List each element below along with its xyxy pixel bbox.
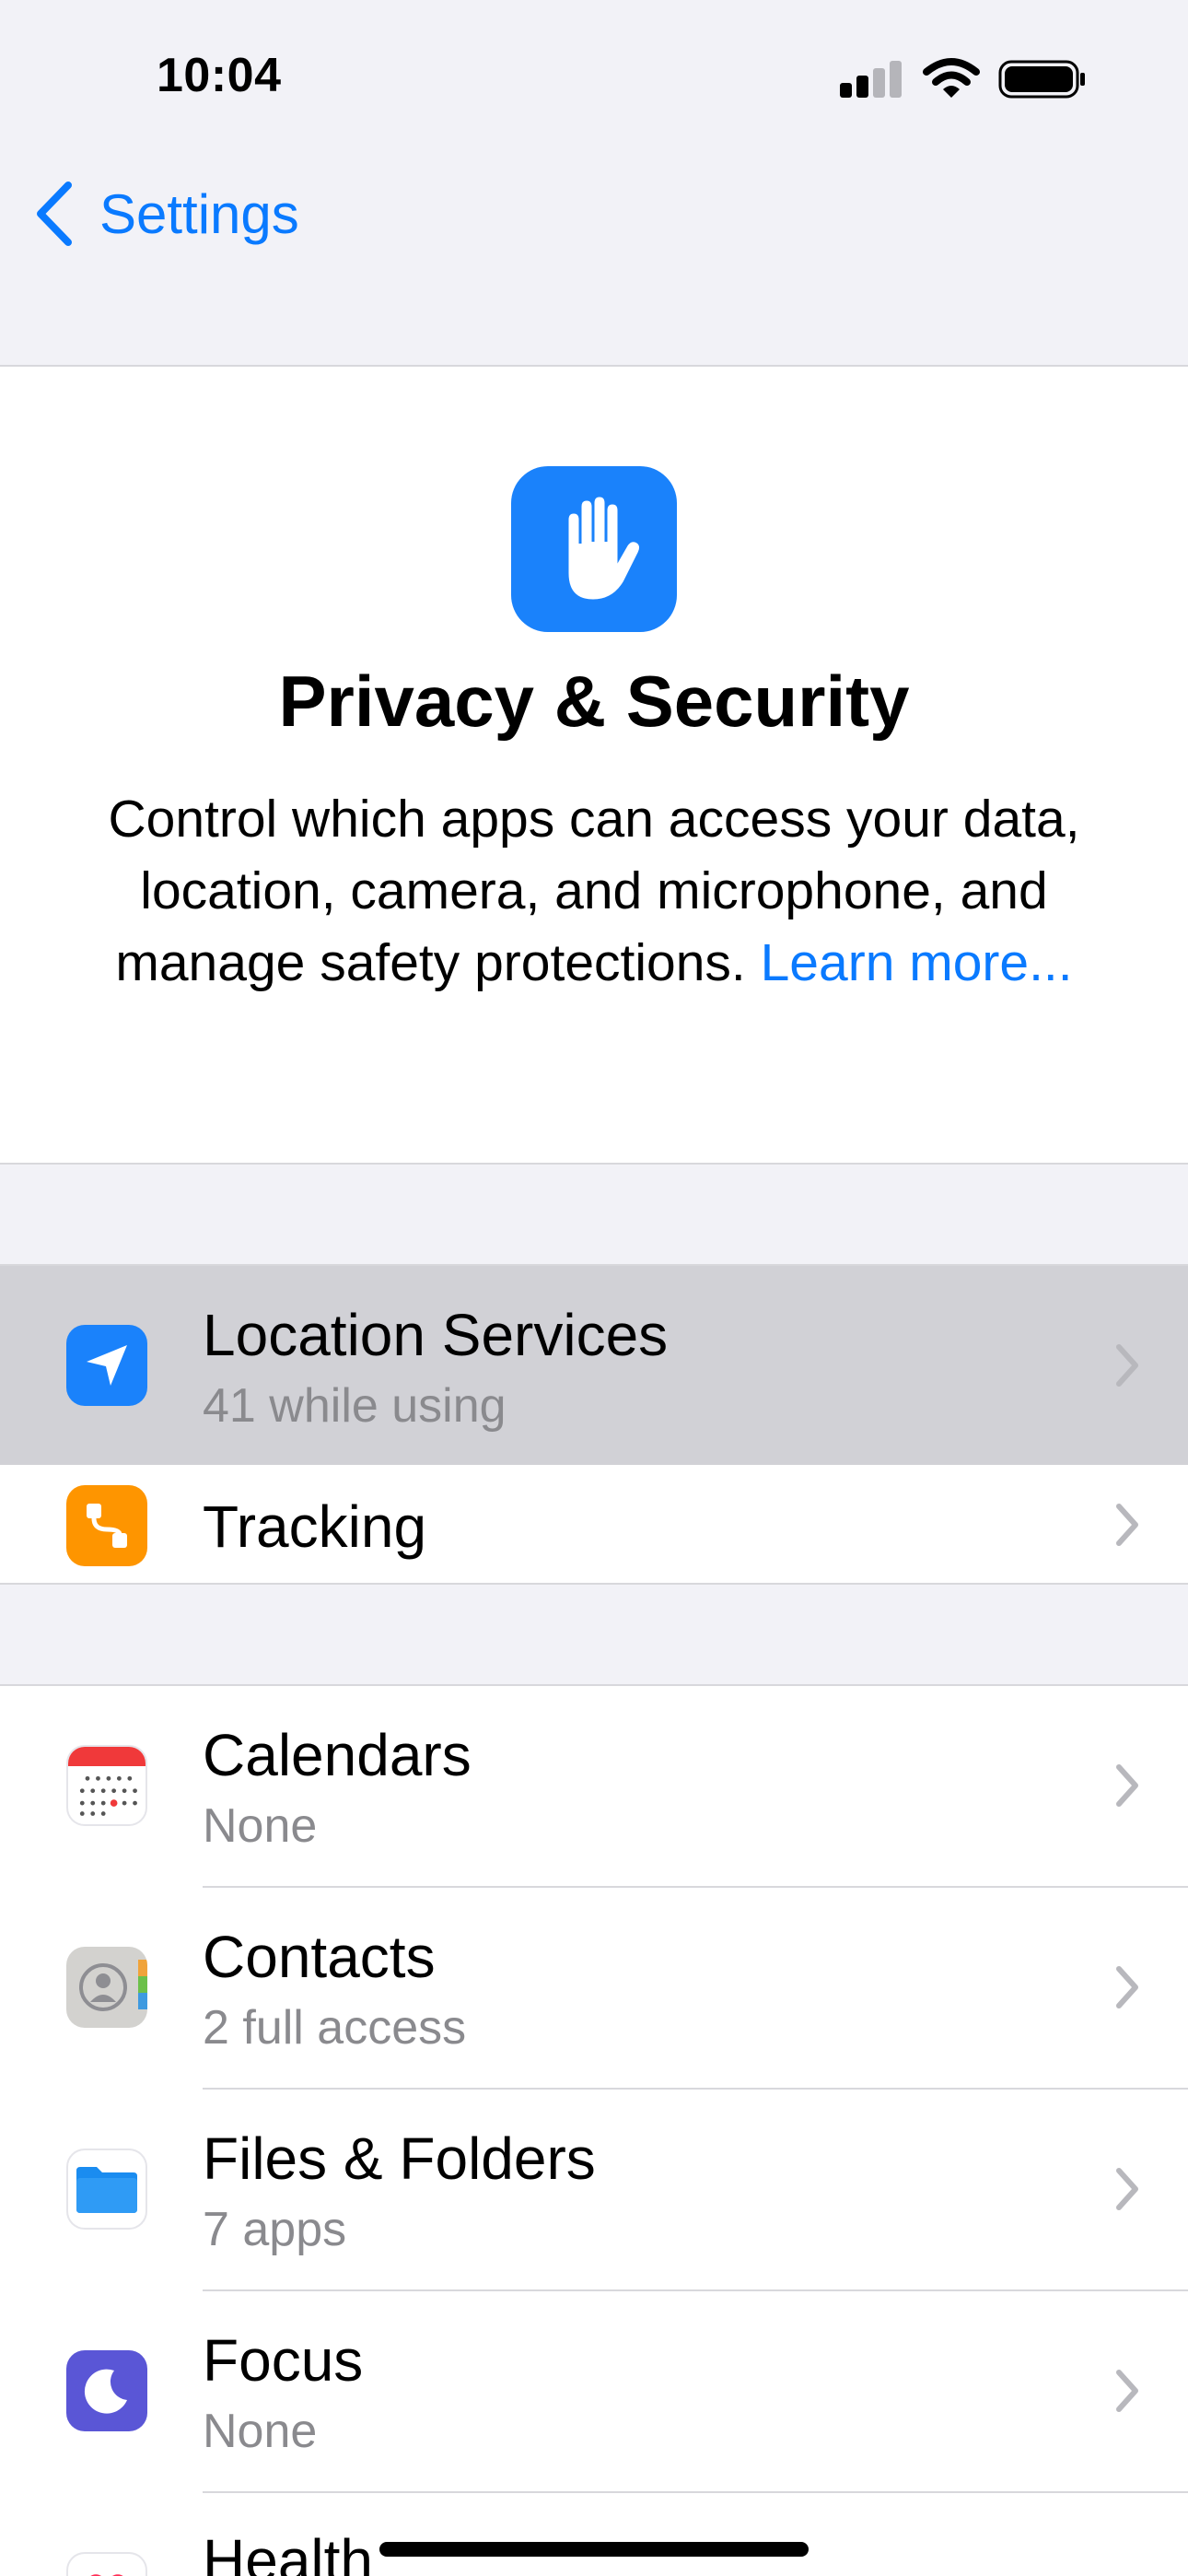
page-description: Control which apps can access your data,… — [101, 783, 1087, 999]
row-title: Focus — [203, 2327, 364, 2394]
back-label: Settings — [99, 182, 299, 245]
status-bar: 10:04 — [0, 0, 1188, 147]
heart-icon — [66, 2552, 147, 2576]
folder-icon — [66, 2149, 147, 2230]
row-title: Health — [203, 2527, 373, 2576]
row-tracking[interactable]: Tracking — [0, 1465, 1188, 1585]
navigation-bar: Settings — [0, 147, 1188, 367]
row-calendars[interactable]: Calendars None — [0, 1686, 1188, 1888]
chevron-right-icon — [1116, 1504, 1138, 1546]
row-files-folders[interactable]: Files & Folders 7 apps — [0, 2090, 1188, 2291]
row-title: Files & Folders — [203, 2125, 596, 2192]
privacy-header: Privacy & Security Control which apps ca… — [0, 367, 1188, 1165]
learn-more-link[interactable]: Learn more... — [761, 933, 1073, 992]
row-health[interactable]: Health — [0, 2493, 1188, 2576]
row-location-services[interactable]: Location Services 41 while using — [0, 1266, 1188, 1465]
calendar-icon — [66, 1745, 147, 1826]
wifi-icon — [923, 58, 980, 98]
chevron-right-icon — [1116, 1764, 1138, 1807]
back-button[interactable]: Settings — [33, 170, 299, 258]
row-subtitle: None — [203, 1799, 318, 1853]
row-contacts[interactable]: Contacts 2 full access — [0, 1888, 1188, 2090]
hand-raised-icon — [511, 466, 677, 632]
row-title: Location Services — [203, 1302, 669, 1368]
cellular-signal-icon — [840, 61, 904, 98]
settings-group-location: Location Services 41 while using Trackin… — [0, 1264, 1188, 1585]
row-focus[interactable]: Focus None — [0, 2291, 1188, 2493]
row-title: Contacts — [203, 1924, 436, 1990]
contacts-icon — [66, 1947, 147, 2028]
row-title: Tracking — [203, 1493, 427, 1560]
page-title: Privacy & Security — [278, 661, 910, 742]
row-subtitle: 2 full access — [203, 2001, 467, 2055]
tracking-icon — [66, 1485, 147, 1566]
home-indicator[interactable] — [379, 2542, 809, 2557]
location-arrow-icon — [66, 1325, 147, 1406]
moon-icon — [66, 2350, 147, 2431]
chevron-right-icon — [1116, 1344, 1138, 1387]
row-subtitle: None — [203, 2405, 318, 2458]
status-time: 10:04 — [157, 49, 282, 102]
chevron-right-icon — [1116, 2370, 1138, 2412]
chevron-right-icon — [1116, 2168, 1138, 2210]
battery-icon — [998, 60, 1085, 99]
row-subtitle: 7 apps — [203, 2203, 347, 2256]
row-subtitle: 41 while using — [203, 1379, 507, 1433]
chevron-right-icon — [1116, 1966, 1138, 2008]
chevron-left-icon — [37, 181, 72, 246]
row-title: Calendars — [203, 1722, 472, 1788]
settings-group-data-access: Calendars None Contacts 2 full access Fi… — [0, 1684, 1188, 2576]
